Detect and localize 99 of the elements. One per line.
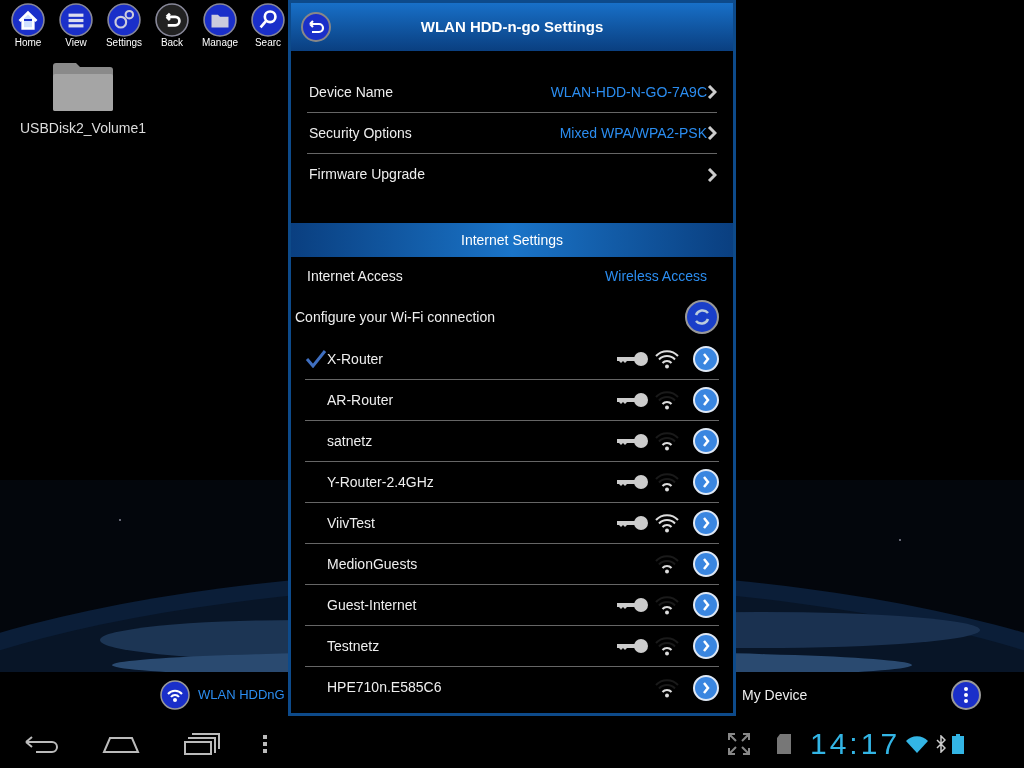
app-name[interactable]: WLAN HDDnG — [198, 685, 285, 705]
wifi-icon — [904, 734, 931, 754]
setting-label: Device Name — [309, 82, 394, 102]
setting-value: Mixed WPA/WPA2-PSK — [559, 123, 707, 143]
settings-row[interactable]: Device Name WLAN-HDD-N-GO-7A9C — [307, 72, 717, 113]
settings-row[interactable]: Firmware Upgrade — [307, 154, 717, 195]
refresh-button[interactable] — [685, 300, 719, 334]
details-button[interactable] — [693, 592, 719, 618]
network-row[interactable]: HPE710n.E585C6 — [305, 667, 719, 708]
key-icon — [617, 475, 649, 489]
chevron-icon — [702, 394, 710, 406]
network-row[interactable]: MedionGuests — [305, 544, 719, 585]
wifi-signal-icon — [655, 431, 679, 451]
device-label[interactable]: My Device — [742, 684, 808, 706]
menu-icon[interactable] — [262, 734, 268, 754]
toolbar-button[interactable]: Searc — [248, 3, 288, 49]
chevron-icon — [702, 353, 710, 365]
chevron-icon — [702, 435, 710, 447]
refresh-icon — [692, 307, 712, 327]
network-name: MedionGuests — [327, 554, 418, 574]
home-icon — [11, 3, 45, 37]
network-name: Y-Router-2.4GHz — [327, 472, 434, 492]
key-icon — [617, 598, 649, 612]
details-button[interactable] — [693, 633, 719, 659]
back-icon — [155, 3, 189, 37]
network-name: Testnetz — [327, 636, 380, 656]
key-icon — [617, 516, 649, 530]
toolbar-button[interactable]: Back — [152, 3, 192, 49]
folder-icon — [52, 62, 114, 112]
chevron-icon — [702, 517, 710, 529]
network-name: X-Router — [327, 349, 384, 369]
wifi-signal-icon — [655, 472, 679, 492]
key-icon — [617, 352, 649, 366]
network-name: ViivTest — [327, 513, 375, 533]
more-button[interactable] — [951, 680, 981, 710]
recent-apps-icon[interactable] — [184, 733, 220, 755]
chevron-icon — [707, 85, 717, 99]
folder-label[interactable]: USBDisk2_Volume1 — [20, 118, 147, 139]
dialog-title: WLAN HDD-n-go Settings — [419, 16, 605, 37]
toolbar-button[interactable]: Manage — [200, 3, 240, 49]
setting-label: Firmware Upgrade — [309, 165, 425, 184]
key-icon — [617, 393, 649, 407]
details-button[interactable] — [693, 551, 719, 577]
setting-label: Security Options — [309, 123, 412, 143]
wifi-signal-icon — [655, 349, 679, 369]
network-row[interactable]: Guest-Internet — [305, 585, 719, 626]
search-icon — [251, 3, 285, 37]
network-name: HPE710n.E585C6 — [327, 678, 442, 697]
key-icon — [617, 639, 649, 653]
chevron-icon — [702, 558, 710, 570]
network-name: AR-Router — [327, 390, 394, 410]
details-button[interactable] — [693, 346, 719, 372]
fullscreen-icon[interactable] — [728, 733, 750, 755]
details-button[interactable] — [693, 510, 719, 536]
settings-row[interactable]: Security Options Mixed WPA/WPA2-PSK — [307, 113, 717, 154]
network-name: Guest-Internet — [327, 595, 417, 615]
wifi-signal-icon — [655, 554, 679, 574]
list-icon — [59, 3, 93, 37]
internet-access-value[interactable]: Wireless Access — [605, 265, 707, 287]
bluetooth-icon — [936, 735, 947, 753]
wifi-signal-icon — [655, 677, 679, 698]
toolbar-button[interactable]: Settings — [104, 3, 144, 49]
wifi-signal-icon — [655, 595, 679, 615]
gears-icon — [107, 3, 141, 37]
chevron-icon — [707, 167, 717, 182]
network-row[interactable]: X-Router — [305, 339, 719, 380]
wifi-app-icon — [160, 680, 190, 710]
wifi-signal-icon — [655, 390, 679, 410]
details-button[interactable] — [693, 469, 719, 495]
network-name: satnetz — [327, 431, 373, 451]
toolbar-button[interactable]: View — [56, 3, 96, 49]
wifi-signal-icon — [655, 513, 679, 533]
sd-card-icon — [776, 733, 792, 755]
clock: 14:17 — [810, 729, 901, 759]
chevron-icon — [702, 599, 710, 611]
network-row[interactable]: satnetz — [305, 421, 719, 462]
key-icon — [617, 434, 649, 448]
details-button[interactable] — [693, 674, 719, 701]
folder-icon — [203, 3, 237, 37]
network-row[interactable]: AR-Router — [305, 380, 719, 421]
back-arrow-icon — [307, 20, 325, 34]
home-icon[interactable] — [102, 734, 140, 754]
toolbar-button[interactable]: Home — [8, 3, 48, 49]
network-row[interactable]: Y-Router-2.4GHz — [305, 462, 719, 503]
details-button[interactable] — [693, 428, 719, 454]
internet-access-label: Internet Access — [307, 266, 403, 286]
chevron-icon — [702, 640, 710, 652]
network-row[interactable]: ViivTest — [305, 503, 719, 544]
wifi-signal-icon — [655, 636, 679, 656]
chevron-icon — [702, 681, 710, 694]
section-header: Internet Settings — [291, 223, 733, 257]
battery-icon — [952, 734, 965, 754]
back-button[interactable] — [301, 12, 331, 42]
network-row[interactable]: Testnetz — [305, 626, 719, 667]
details-button[interactable] — [693, 387, 719, 413]
wifi-heading: Configure your Wi-Fi connection — [295, 307, 495, 327]
chevron-icon — [707, 126, 717, 140]
setting-value: WLAN-HDD-N-GO-7A9C — [550, 82, 707, 102]
chevron-icon — [702, 476, 710, 488]
